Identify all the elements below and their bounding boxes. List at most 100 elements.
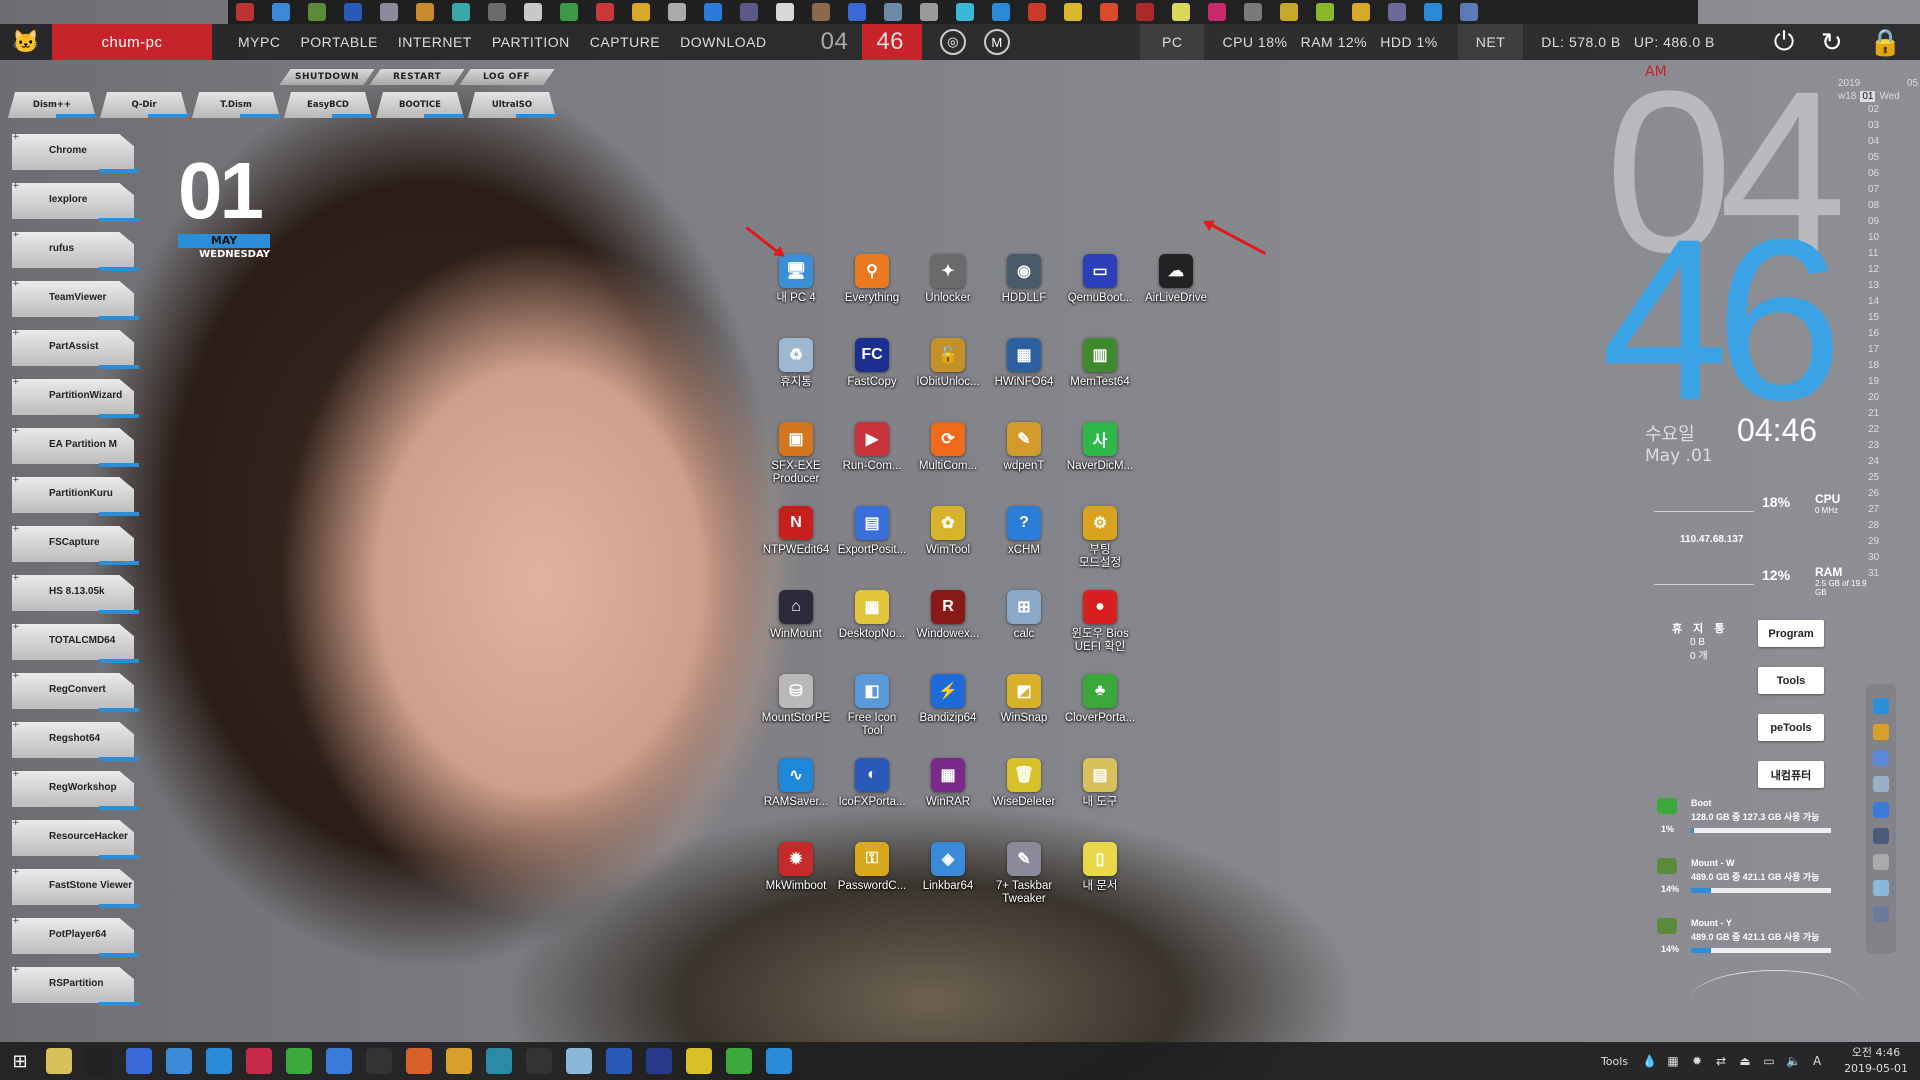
desktop-icon[interactable]: ◧ Free Icon Tool — [834, 674, 910, 758]
desktop-icon[interactable]: ▯ 내 문서 — [1062, 842, 1138, 926]
tab-bootice[interactable]: BOOTICE — [376, 92, 464, 118]
desktop-icon[interactable]: 🖥 내 PC 4 — [758, 254, 834, 338]
desktop-icon[interactable]: ▦ WinRAR — [910, 758, 986, 842]
desktop-icon[interactable]: ▣ SFX-EXE Producer — [758, 422, 834, 506]
quick-launch-icon[interactable] — [560, 3, 578, 21]
desktop-icon[interactable]: ⌂ WinMount — [758, 590, 834, 674]
dock-app-icon[interactable] — [1873, 854, 1889, 870]
desktop-icon[interactable]: ☁ AirLiveDrive — [1138, 254, 1214, 338]
taskbar-app-icon[interactable] — [406, 1048, 432, 1074]
launcher-item[interactable]: + Chrome — [4, 130, 139, 175]
taskbar-app-icon[interactable] — [526, 1048, 552, 1074]
launcher-item[interactable]: + HS 8.13.05k — [4, 571, 139, 616]
launcher-item[interactable]: + TeamViewer — [4, 277, 139, 322]
desktop-icon[interactable]: ▥ MemTest64 — [1062, 338, 1138, 422]
quick-launch-icon[interactable] — [812, 3, 830, 21]
taskbar-app-icon[interactable] — [166, 1048, 192, 1074]
desktop-icon[interactable]: 🔓 IObitUnloc... — [910, 338, 986, 422]
launcher-item[interactable]: + RSPartition — [4, 963, 139, 1008]
quick-launch-icon[interactable] — [632, 3, 650, 21]
desktop-icon[interactable]: ✎ 7+ Taskbar Tweaker — [986, 842, 1062, 926]
program-button[interactable]: Program — [1758, 620, 1824, 647]
desktop-icon[interactable]: 사 NaverDicM... — [1062, 422, 1138, 506]
quick-launch-icon[interactable] — [308, 3, 326, 21]
tools-button[interactable]: Tools — [1758, 667, 1824, 694]
tab-dism[interactable]: Dism++ — [8, 92, 96, 118]
launcher-item[interactable]: + EA Partition M — [4, 424, 139, 469]
desktop-icon[interactable]: ⟳ MultiCom... — [910, 422, 986, 506]
desktop-icon[interactable]: ● 윈도우 Bios UEFI 확인 — [1062, 590, 1138, 674]
lock-icon[interactable]: 🔒 — [1869, 27, 1902, 58]
dock-app-icon[interactable] — [1873, 906, 1889, 922]
tray-grid-icon[interactable]: ▦ — [1666, 1054, 1680, 1068]
quick-launch-icon[interactable] — [956, 3, 974, 21]
menu-internet[interactable]: INTERNET — [398, 34, 472, 50]
launcher-item[interactable]: + RegWorkshop — [4, 767, 139, 812]
quick-launch-icon[interactable] — [1388, 3, 1406, 21]
quick-launch-icon[interactable] — [1028, 3, 1046, 21]
drive-item[interactable]: Mount - Y 489.0 GB 중 421.1 GB 사용 가능 14% — [1655, 918, 1840, 978]
desktop-icon[interactable]: R Windowex... — [910, 590, 986, 674]
desktop-icon[interactable]: ▭ QemuBoot... — [1062, 254, 1138, 338]
quick-launch-icon[interactable] — [848, 3, 866, 21]
quick-launch-icon[interactable] — [1352, 3, 1370, 21]
desktop-icon[interactable]: ⊞ calc — [986, 590, 1062, 674]
quick-launch-icon[interactable] — [1208, 3, 1226, 21]
pc-name[interactable]: chum-pc — [52, 24, 212, 60]
quick-launch-icon[interactable] — [704, 3, 722, 21]
desktop-icon[interactable]: N NTPWEdit64 — [758, 506, 834, 590]
desktop-icon[interactable]: ▤ 내 도구 — [1062, 758, 1138, 842]
quick-launch-icon[interactable] — [884, 3, 902, 21]
tray-volume-icon[interactable]: 🔈 — [1786, 1054, 1801, 1068]
tray-app-icon[interactable]: ✹ — [1690, 1054, 1704, 1068]
desktop-icon[interactable]: ◈ Linkbar64 — [910, 842, 986, 926]
launcher-item[interactable]: + FastStone Viewer — [4, 865, 139, 910]
tab-easybcd[interactable]: EasyBCD — [284, 92, 372, 118]
taskbar-app-icon[interactable] — [126, 1048, 152, 1074]
quick-launch-icon[interactable] — [344, 3, 362, 21]
desktop-icon[interactable]: ◉ HDDLLF — [986, 254, 1062, 338]
quick-launch-icon[interactable] — [1136, 3, 1154, 21]
recycle-bin-widget[interactable]: 휴 지 통 0 B 0 개 — [1672, 620, 1728, 664]
tray-drop-icon[interactable]: 💧 — [1642, 1054, 1657, 1068]
shutdown-button[interactable]: SHUTDOWN — [279, 69, 375, 85]
dock-chrome-icon[interactable] — [1873, 724, 1889, 740]
desktop-icon[interactable]: ▦ HWiNFO64 — [986, 338, 1062, 422]
taskbar-app-icon[interactable] — [686, 1048, 712, 1074]
desktop-icon[interactable]: ⚡ Bandizip64 — [910, 674, 986, 758]
quick-launch-icon[interactable] — [524, 3, 542, 21]
launcher-item[interactable]: + Regshot64 — [4, 718, 139, 763]
launcher-item[interactable]: + PotPlayer64 — [4, 914, 139, 959]
quick-launch-icon[interactable] — [1064, 3, 1082, 21]
desktop-icon[interactable]: ▦ DesktopNo... — [834, 590, 910, 674]
desktop-icon[interactable]: ⚙ 부팅 모드설정 — [1062, 506, 1138, 590]
dock-app-icon[interactable] — [1873, 776, 1889, 792]
start-button[interactable]: ⊞ — [0, 1042, 40, 1080]
taskbar-app-icon[interactable] — [46, 1048, 72, 1074]
menu-portable[interactable]: PORTABLE — [300, 34, 377, 50]
launcher-item[interactable]: + Iexplore — [4, 179, 139, 224]
quick-launch-icon[interactable] — [992, 3, 1010, 21]
quick-launch-icon[interactable] — [668, 3, 686, 21]
quick-launch-icon[interactable] — [488, 3, 506, 21]
quick-launch-icon[interactable] — [1100, 3, 1118, 21]
quick-launch-icon[interactable] — [740, 3, 758, 21]
launcher-item[interactable]: + rufus — [4, 228, 139, 273]
desktop-icon[interactable]: ? xCHM — [986, 506, 1062, 590]
launcher-item[interactable]: + PartitionWizard — [4, 375, 139, 420]
taskbar-app-icon[interactable] — [326, 1048, 352, 1074]
quick-launch-icon[interactable] — [1460, 3, 1478, 21]
cat-logo-icon[interactable]: 🐱 — [0, 24, 52, 60]
quick-launch-icon[interactable] — [416, 3, 434, 21]
desktop-icon[interactable]: ▶ Run-Com... — [834, 422, 910, 506]
quick-launch-icon[interactable] — [272, 3, 290, 21]
tray-network-icon[interactable]: ⇄ — [1714, 1054, 1728, 1068]
quick-launch-icon[interactable] — [1280, 3, 1298, 21]
taskbar-app-icon[interactable] — [206, 1048, 232, 1074]
restart-button[interactable]: RESTART — [369, 69, 465, 85]
dock-app-icon[interactable] — [1873, 802, 1889, 818]
menu-capture[interactable]: CAPTURE — [590, 34, 660, 50]
dock-app-icon[interactable] — [1873, 750, 1889, 766]
launcher-item[interactable]: + TOTALCMD64 — [4, 620, 139, 665]
desktop-icon[interactable]: 🗑 WiseDeleter — [986, 758, 1062, 842]
